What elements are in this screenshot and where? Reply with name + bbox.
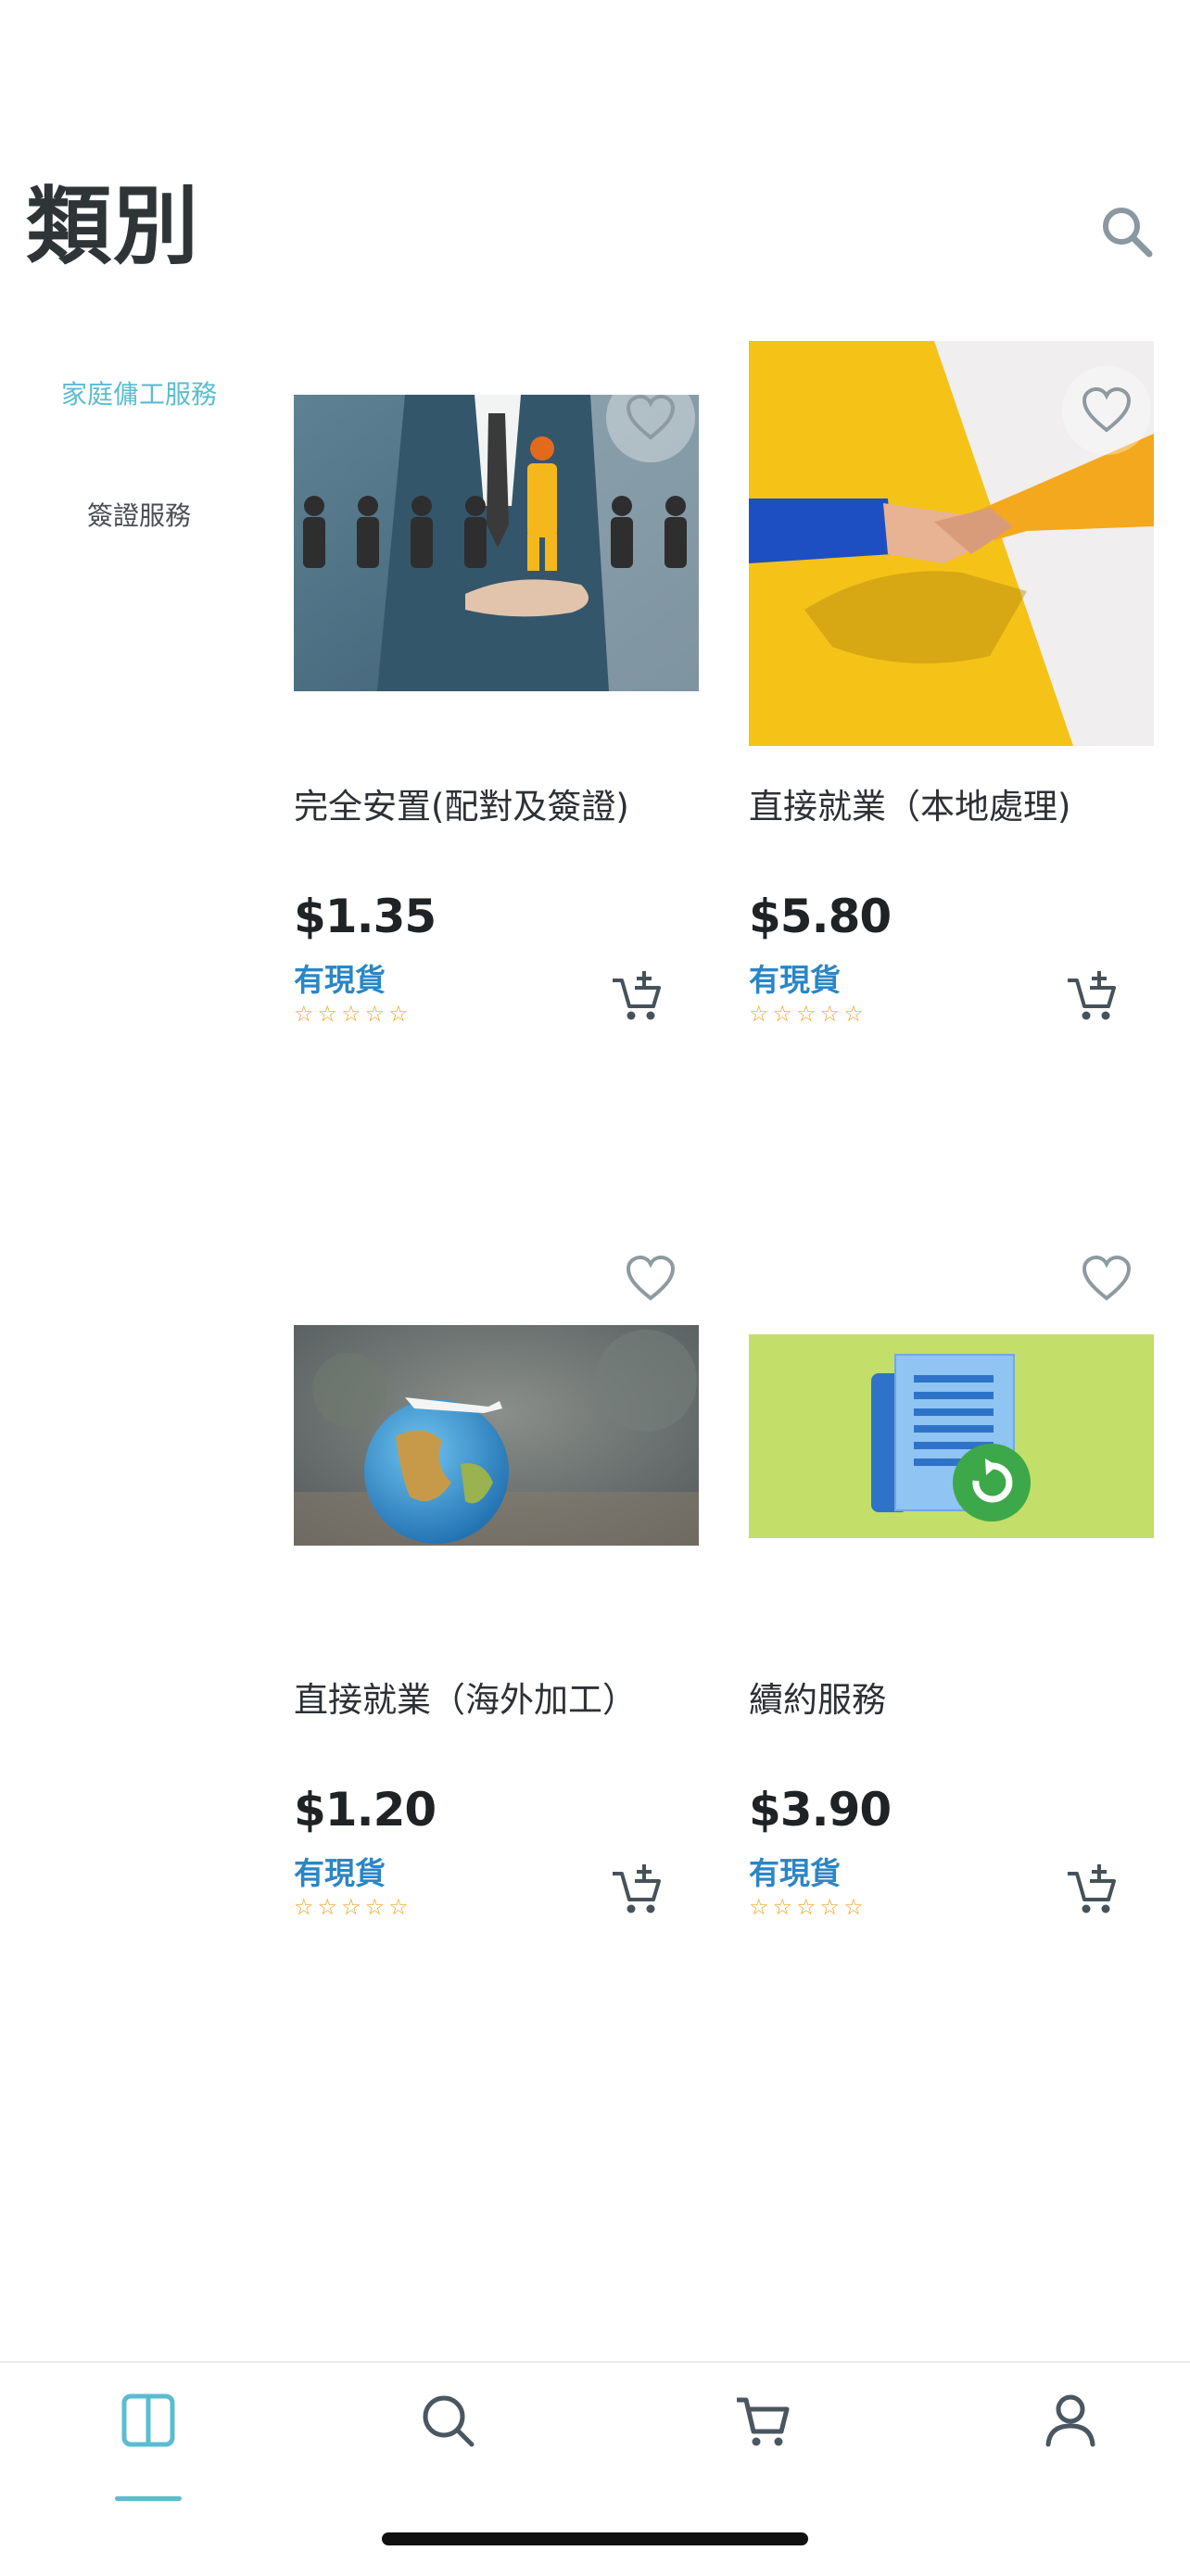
favorite-button[interactable] (1062, 366, 1151, 455)
favorite-button[interactable] (1062, 1234, 1151, 1323)
tab-cart[interactable] (703, 2391, 823, 2493)
search-icon (423, 2395, 475, 2447)
favorite-button[interactable] (606, 373, 695, 462)
product-name: 完全安置(配對及簽證) (294, 787, 629, 827)
product-price: $1.35 (294, 890, 437, 943)
add-to-cart-button[interactable] (607, 1861, 666, 1920)
add-cart-icon (613, 1864, 661, 1913)
categories-icon (121, 2393, 175, 2447)
rating-stars: ☆☆☆☆☆ (294, 1001, 412, 1027)
product-card[interactable]: 直接就業（本地處理) $5.80 有現貨 ☆☆☆☆☆ (749, 341, 1157, 1082)
product-card[interactable]: 續約服務 $3.90 有現貨 ☆☆☆☆☆ (749, 1234, 1157, 1976)
product-price: $5.80 (749, 890, 892, 943)
home-indicator (382, 2532, 808, 2545)
active-tab-indicator (115, 2496, 182, 2501)
tab-search[interactable] (387, 2391, 508, 2493)
stock-status: 有現貨 (294, 1855, 386, 1891)
add-to-cart-button[interactable] (607, 967, 666, 1027)
search-icon (1103, 208, 1153, 258)
add-cart-icon (1068, 971, 1116, 1020)
heart-icon (626, 394, 676, 440)
product-price: $3.90 (749, 1783, 892, 1837)
add-cart-icon (1068, 1864, 1116, 1913)
heart-icon (1082, 386, 1132, 433)
search-button[interactable] (1094, 198, 1164, 269)
heart-icon (1082, 1255, 1132, 1301)
page-title: 類別 (26, 177, 201, 276)
stock-status: 有現貨 (749, 1855, 841, 1891)
category-item-domestic-helper[interactable]: 家庭傭工服務 (0, 374, 278, 411)
profile-icon (1045, 2394, 1095, 2447)
favorite-button[interactable] (606, 1234, 695, 1323)
product-name: 直接就業（本地處理) (749, 787, 1071, 827)
category-item-visa[interactable]: 簽證服務 (0, 496, 278, 533)
product-name: 直接就業（海外加工） (294, 1680, 637, 1720)
add-to-cart-button[interactable] (1062, 967, 1121, 1027)
product-image (294, 1325, 699, 1546)
tab-categories[interactable] (88, 2391, 209, 2501)
product-name: 續約服務 (749, 1680, 886, 1720)
stock-status: 有現貨 (749, 962, 841, 998)
product-card[interactable]: 完全安置(配對及簽證) $1.35 有現貨 ☆☆☆☆☆ (294, 341, 702, 1082)
rating-stars: ☆☆☆☆☆ (749, 1001, 867, 1027)
cart-icon (737, 2397, 790, 2446)
rating-stars: ☆☆☆☆☆ (749, 1894, 867, 1920)
add-cart-icon (613, 971, 661, 1020)
tab-profile[interactable] (1010, 2391, 1131, 2493)
product-card[interactable]: 直接就業（海外加工） $1.20 有現貨 ☆☆☆☆☆ (294, 1234, 702, 1976)
rating-stars: ☆☆☆☆☆ (294, 1894, 412, 1920)
heart-icon (626, 1255, 676, 1301)
add-to-cart-button[interactable] (1062, 1861, 1121, 1920)
product-image (749, 1334, 1154, 1538)
stock-status: 有現貨 (294, 962, 386, 998)
product-price: $1.20 (294, 1783, 437, 1837)
